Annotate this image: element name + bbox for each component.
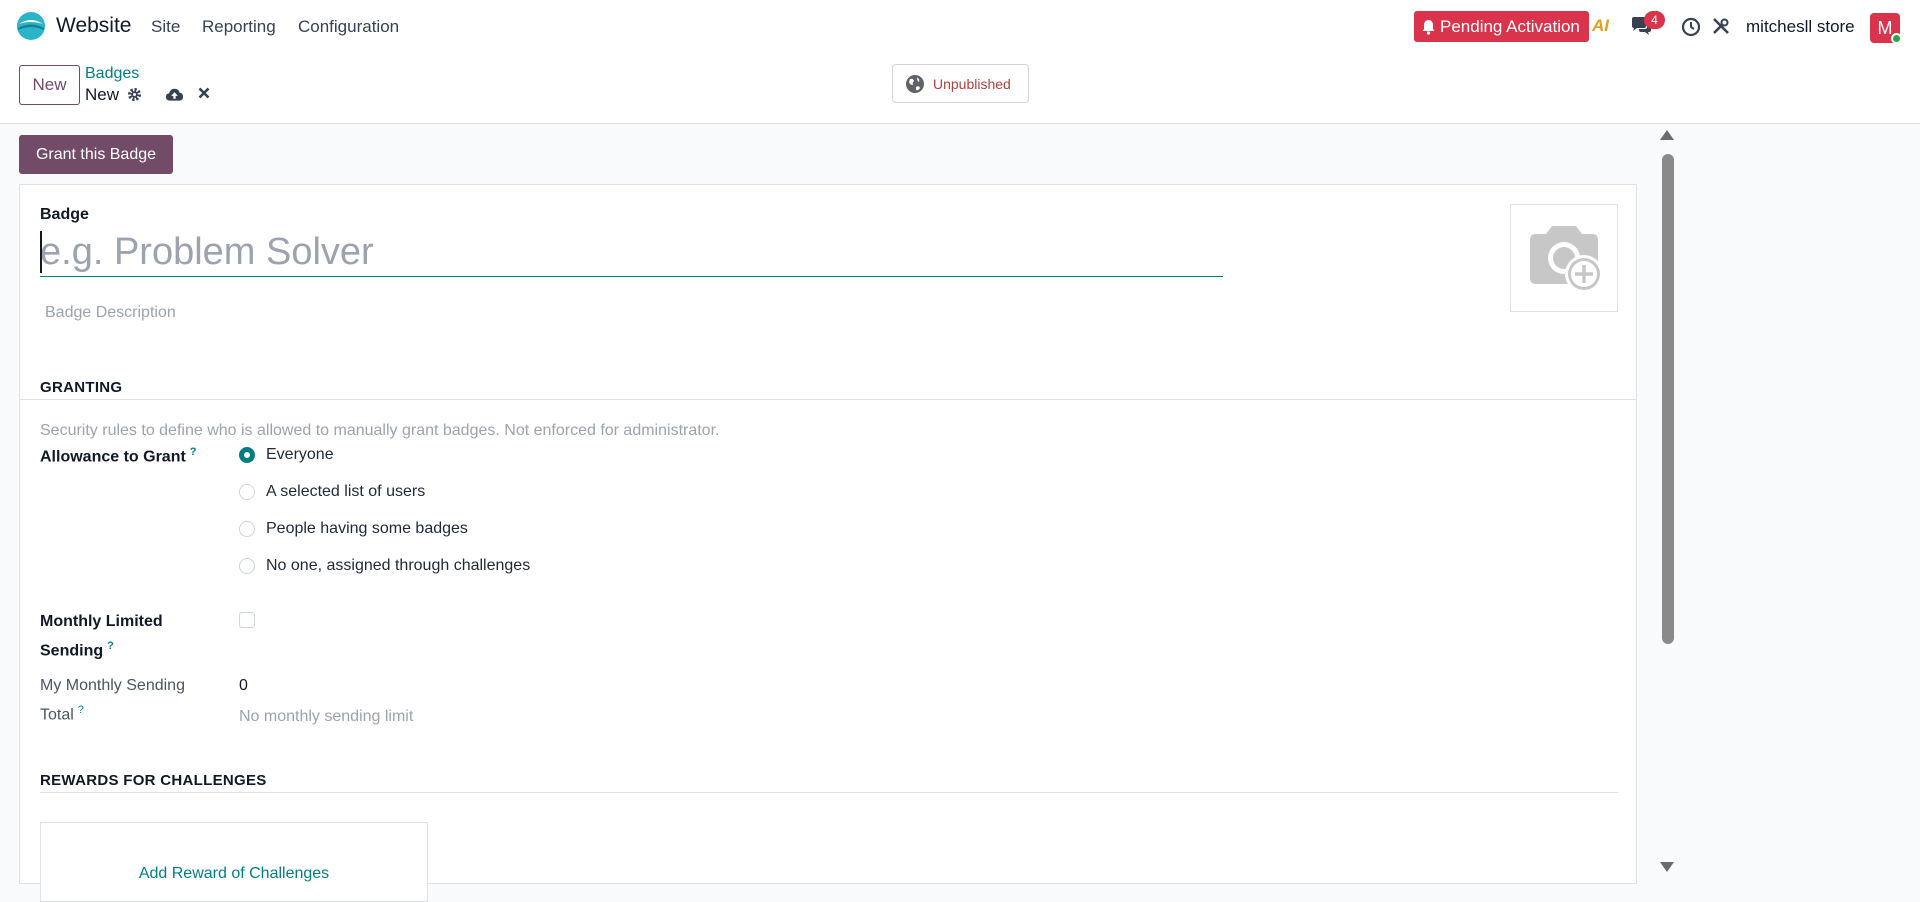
monthly-limited-checkbox[interactable]: [239, 612, 255, 628]
breadcrumb-current: New: [85, 85, 120, 104]
radio-button[interactable]: [239, 484, 255, 500]
allowance-help-tooltip[interactable]: ?: [190, 446, 197, 458]
globe-icon: [906, 74, 924, 93]
badge-description-field[interactable]: Badge Description: [45, 304, 176, 322]
unpublished-toggle-button[interactable]: Unpublished: [892, 64, 1029, 103]
allowance-label-text: Allowance to Grant: [40, 448, 186, 466]
badge-name-label: Badge: [40, 206, 89, 223]
scroll-up-arrow-icon[interactable]: [1660, 130, 1674, 140]
monthly-label-line2: Sending: [40, 642, 104, 660]
radio-label: People having some badges: [266, 520, 468, 537]
online-status-dot: [1891, 33, 1902, 44]
badge-name-input[interactable]: [40, 229, 1223, 276]
grant-badge-button[interactable]: Grant this Badge: [19, 135, 173, 174]
control-panel: New Badges New Unpublished: [0, 54, 1920, 124]
monthly-limited-sending-label: Monthly Limited Sending?: [40, 609, 163, 663]
radio-label: Everyone: [266, 446, 334, 463]
granting-section-title: GRANTING: [40, 379, 123, 396]
pending-activation-label: Pending Activation: [1440, 16, 1580, 36]
top-navbar: Website Site Reporting Configuration Pen…: [0, 0, 1920, 54]
discard-close-icon[interactable]: [198, 87, 210, 99]
scrollbar-thumb[interactable]: [1662, 154, 1674, 644]
pending-activation-button[interactable]: Pending Activation: [1414, 11, 1589, 42]
ai-icon[interactable]: AI: [1592, 16, 1609, 36]
radio-button[interactable]: [239, 558, 255, 574]
chat-count-badge: 4: [1644, 11, 1665, 29]
rewards-section-title: REWARDS FOR CHALLENGES: [40, 772, 267, 789]
sending-total-line1: My Monthly Sending: [40, 677, 185, 694]
sending-total-line2: Total: [40, 706, 74, 724]
radio-button[interactable]: [239, 521, 255, 537]
no-monthly-limit-text: No monthly sending limit: [239, 708, 414, 725]
gear-icon[interactable]: [127, 87, 142, 102]
form-sheet: Badge Badge Description GRANTING Securit…: [19, 184, 1637, 902]
rewards-divider: [40, 792, 1618, 793]
new-button[interactable]: New: [19, 65, 80, 105]
granting-help-text: Security rules to define who is allowed …: [40, 422, 720, 439]
badge-image-upload[interactable]: [1510, 204, 1618, 312]
rewards-list: Add Reward of Challenges: [40, 822, 428, 902]
camera-add-icon: [1530, 226, 1603, 293]
text-caret: [40, 231, 42, 273]
radio-label: A selected list of users: [266, 483, 426, 500]
add-reward-link[interactable]: Add Reward of Challenges: [41, 865, 427, 883]
radio-option-selected-users[interactable]: A selected list of users: [239, 483, 425, 501]
sending-total-help-tooltip[interactable]: ?: [78, 704, 84, 716]
monthly-help-tooltip[interactable]: ?: [107, 640, 114, 652]
monthly-sending-total-label: My Monthly Sending Total?: [40, 674, 185, 727]
monthly-sending-total-value: 0: [239, 677, 248, 694]
bell-icon: [1422, 19, 1435, 35]
badge-name-field-wrapper: [40, 229, 1223, 277]
website-app-logo-icon[interactable]: [16, 11, 46, 41]
save-cloud-icon[interactable]: [165, 87, 184, 102]
menu-site[interactable]: Site: [151, 17, 180, 37]
app-name[interactable]: Website: [56, 14, 131, 38]
company-name[interactable]: mitchesll store: [1746, 17, 1855, 37]
radio-option-everyone[interactable]: Everyone: [239, 446, 334, 464]
allowance-to-grant-label: Allowance to Grant?: [40, 446, 197, 466]
menu-configuration[interactable]: Configuration: [298, 17, 399, 37]
breadcrumb-badges[interactable]: Badges: [85, 65, 139, 83]
radio-option-having-badges[interactable]: People having some badges: [239, 520, 468, 538]
radio-button-selected[interactable]: [239, 447, 255, 463]
granting-divider: [20, 399, 1636, 400]
menu-reporting[interactable]: Reporting: [202, 17, 276, 37]
scroll-down-arrow-icon[interactable]: [1660, 862, 1674, 872]
clock-icon[interactable]: [1681, 17, 1701, 37]
debug-tools-icon[interactable]: [1712, 17, 1730, 35]
radio-label: No one, assigned through challenges: [266, 557, 531, 574]
radio-option-no-one[interactable]: No one, assigned through challenges: [239, 557, 530, 575]
monthly-label-line1: Monthly Limited: [40, 613, 163, 630]
unpublished-label: Unpublished: [933, 75, 1011, 92]
